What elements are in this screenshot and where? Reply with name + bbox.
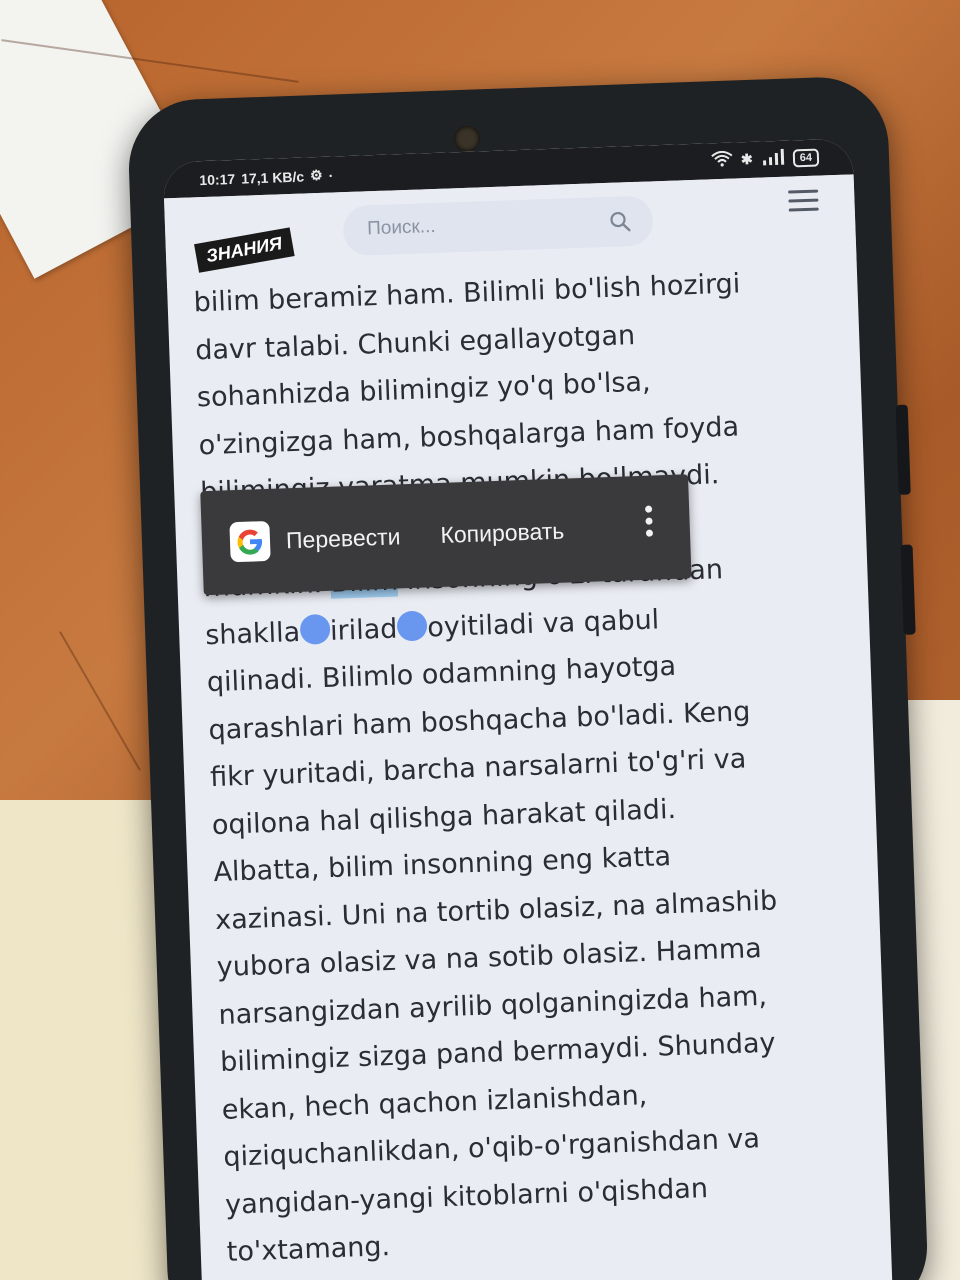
battery-icon: 64	[792, 148, 820, 167]
phone-screen: 10:17 17,1 KB/c ⚙ · ✱ 64 ЗНАНИЯ Поиск...…	[162, 138, 894, 1280]
volume-button	[895, 404, 911, 495]
search-input[interactable]	[364, 209, 600, 242]
translate-button[interactable]: Перевести	[286, 523, 401, 554]
settings-icon: ⚙	[309, 166, 323, 184]
selection-start-handle[interactable]	[299, 613, 331, 645]
search-bar[interactable]	[342, 195, 654, 257]
article-text: oyitiladi va qabul	[426, 603, 660, 643]
wood-grain	[59, 631, 141, 771]
article-text: shaklla	[204, 616, 301, 651]
phone: 10:17 17,1 KB/c ⚙ · ✱ 64 ЗНАНИЯ Поиск...…	[126, 75, 930, 1280]
site-logo[interactable]: ЗНАНИЯ	[194, 227, 295, 273]
front-camera	[453, 125, 481, 153]
article-body: bilim beramiz ham. Bilimli bo'lish hozir…	[193, 258, 851, 1277]
google-g-icon[interactable]	[229, 520, 271, 563]
power-button	[900, 544, 916, 635]
status-speed: 17,1 KB/c	[240, 167, 305, 187]
more-vertical-icon[interactable]	[645, 505, 654, 546]
search-icon[interactable]	[609, 210, 632, 233]
copy-button[interactable]: Копировать	[440, 517, 565, 548]
wifi-icon	[711, 150, 734, 171]
text-selection-toolbar: Перевести Копировать	[200, 474, 692, 596]
signal-icon	[760, 148, 785, 169]
selection-end-handle[interactable]	[396, 609, 428, 642]
hamburger-menu-icon[interactable]	[788, 189, 819, 215]
status-time: 10:17	[199, 170, 236, 188]
dot-icon: ·	[328, 166, 334, 184]
bluetooth-icon: ✱	[740, 150, 754, 168]
article-text: irilad	[329, 613, 398, 647]
